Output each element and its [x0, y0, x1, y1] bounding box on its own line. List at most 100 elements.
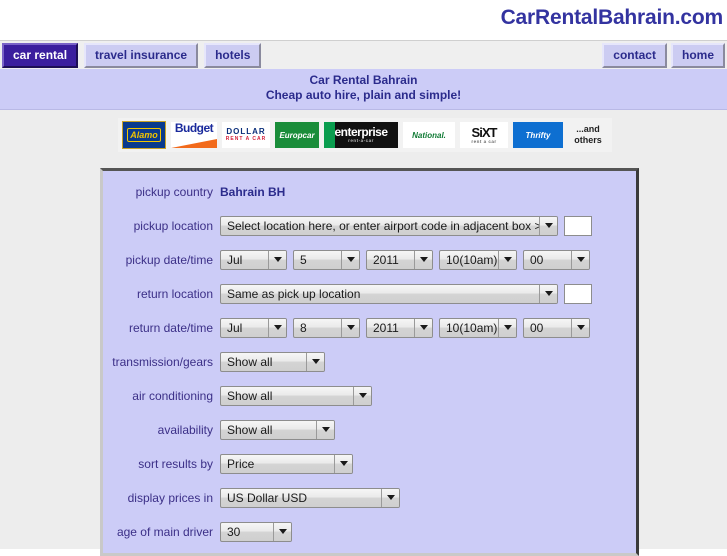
chevron-down-icon	[341, 318, 359, 337]
label-display-prices: display prices in	[127, 490, 213, 505]
fields-return-location: Same as pick up location	[220, 283, 592, 304]
fields-display-prices: US Dollar USD	[220, 487, 400, 508]
select-transmission[interactable]: Show all	[220, 351, 325, 372]
fields-driver-age: 30	[220, 521, 292, 542]
select-pickup-day[interactable]: 5	[293, 249, 360, 270]
tagline-line-1: Car Rental Bahrain	[309, 73, 418, 87]
label-transmission: transmission/gears	[112, 354, 213, 369]
select-pickup-location-value: Select location here, or enter airport c…	[227, 218, 539, 233]
logo-budget-swoosh	[171, 139, 217, 148]
and-others-line-2: others	[574, 135, 602, 145]
logo-budget-text: Budget	[174, 122, 214, 135]
select-return-location[interactable]: Same as pick up location	[220, 283, 558, 304]
select-return-hour[interactable]: 10(10am):	[439, 317, 517, 338]
logo-europcar-text: Europcar	[279, 130, 315, 140]
label-pickup-country: pickup country	[135, 184, 213, 199]
row-display-prices: display prices in US Dollar USD	[103, 485, 636, 510]
row-pickup-datetime: pickup date/time Jul 5 2011 10(10am): 00	[103, 247, 636, 272]
input-return-airport-code[interactable]	[564, 283, 592, 304]
row-pickup-location: pickup location Select location here, or…	[103, 213, 636, 238]
row-sort-results: sort results by Price	[103, 451, 636, 476]
nav-item-travel-insurance[interactable]: travel insurance	[84, 43, 199, 68]
fields-air-conditioning: Show all	[220, 385, 372, 406]
chevron-down-icon	[334, 454, 352, 473]
chevron-down-icon	[273, 522, 291, 541]
select-pickup-year-value: 2011	[373, 252, 399, 267]
input-pickup-airport-code[interactable]	[564, 215, 592, 236]
select-sort-results-value: Price	[227, 456, 255, 471]
logo-europcar: Europcar	[275, 122, 319, 148]
select-display-currency[interactable]: US Dollar USD	[220, 487, 400, 508]
select-driver-age[interactable]: 30	[220, 521, 292, 542]
logo-dollar-text: DOLLAR	[226, 127, 266, 136]
logo-enterprise: enterprise rent-a-car	[324, 122, 398, 148]
select-return-year[interactable]: 2011	[366, 317, 433, 338]
nav-item-contact[interactable]: contact	[602, 43, 667, 68]
select-availability[interactable]: Show all	[220, 419, 335, 440]
select-availability-value: Show all	[227, 422, 273, 437]
label-driver-age: age of main driver	[116, 524, 213, 539]
label-pickup-datetime: pickup date/time	[125, 252, 213, 267]
label-return-location: return location	[136, 286, 213, 301]
select-return-month-value: Jul	[227, 320, 243, 335]
fields-availability: Show all	[220, 419, 335, 440]
and-others-line-1: ...and	[576, 124, 600, 134]
select-air-conditioning[interactable]: Show all	[220, 385, 372, 406]
fields-transmission: Show all	[220, 351, 325, 372]
main-content: Alamo Budget DOLLAR RENT A CAR Europcar …	[0, 110, 727, 556]
chevron-down-icon	[539, 216, 557, 235]
select-pickup-minute[interactable]: 00	[523, 249, 590, 270]
nav-right-group: contact home	[602, 43, 725, 68]
select-return-month[interactable]: Jul	[220, 317, 287, 338]
select-return-minute-value: 00	[530, 320, 544, 335]
row-air-conditioning: air conditioning Show all	[103, 383, 636, 408]
chevron-down-icon	[571, 318, 589, 337]
chevron-down-icon	[414, 318, 432, 337]
logo-thrifty-text: Thrifty	[525, 130, 551, 140]
fields-return-datetime: Jul 8 2011 10(10am): 00	[220, 317, 590, 338]
row-transmission: transmission/gears Show all	[103, 349, 636, 374]
row-pickup-country: pickup country Bahrain BH	[103, 179, 636, 204]
select-sort-results[interactable]: Price	[220, 453, 353, 474]
select-return-year-value: 2011	[373, 320, 399, 335]
logo-alamo-text: Alamo	[127, 128, 161, 142]
logo-and-others: ...and others	[568, 122, 608, 148]
nav-item-home[interactable]: home	[670, 43, 725, 68]
main-navigation-bar: car rental travel insurance hotels conta…	[0, 40, 727, 69]
chevron-down-icon	[306, 352, 324, 371]
label-air-conditioning: air conditioning	[132, 388, 213, 403]
nav-item-hotels[interactable]: hotels	[204, 43, 262, 68]
chevron-down-icon	[381, 488, 399, 507]
logo-alamo: Alamo	[122, 121, 166, 149]
site-brand-title: CarRentalBahrain.com	[500, 6, 724, 29]
chevron-down-icon	[414, 250, 432, 269]
select-pickup-hour[interactable]: 10(10am):	[439, 249, 517, 270]
select-display-currency-value: US Dollar USD	[227, 490, 308, 505]
select-return-day-value: 8	[300, 320, 307, 335]
nav-item-car-rental[interactable]: car rental	[2, 43, 79, 68]
select-pickup-minute-value: 00	[530, 252, 544, 267]
chevron-down-icon	[539, 284, 557, 303]
logo-dollar: DOLLAR RENT A CAR	[222, 122, 270, 148]
label-pickup-location: pickup location	[133, 218, 213, 233]
select-pickup-location[interactable]: Select location here, or enter airport c…	[220, 215, 558, 236]
site-header: CarRentalBahrain.com	[0, 0, 727, 40]
select-pickup-year[interactable]: 2011	[366, 249, 433, 270]
fields-pickup-location: Select location here, or enter airport c…	[220, 215, 592, 236]
logo-sixt: SiXT rent a car	[460, 122, 508, 148]
select-pickup-day-value: 5	[300, 252, 307, 267]
chevron-down-icon	[571, 250, 589, 269]
label-availability: availability	[157, 422, 213, 437]
logo-national: National.	[403, 122, 455, 148]
logo-dollar-subtext: RENT A CAR	[225, 136, 267, 142]
chevron-down-icon	[341, 250, 359, 269]
row-availability: availability Show all	[103, 417, 636, 442]
car-rental-search-form: pickup country Bahrain BH pickup locatio…	[100, 168, 639, 556]
select-transmission-value: Show all	[227, 354, 273, 369]
select-return-day[interactable]: 8	[293, 317, 360, 338]
select-return-location-value: Same as pick up location	[227, 286, 361, 301]
row-return-location: return location Same as pick up location	[103, 281, 636, 306]
logo-enterprise-text: enterprise	[334, 125, 388, 139]
select-pickup-month[interactable]: Jul	[220, 249, 287, 270]
select-return-minute[interactable]: 00	[523, 317, 590, 338]
